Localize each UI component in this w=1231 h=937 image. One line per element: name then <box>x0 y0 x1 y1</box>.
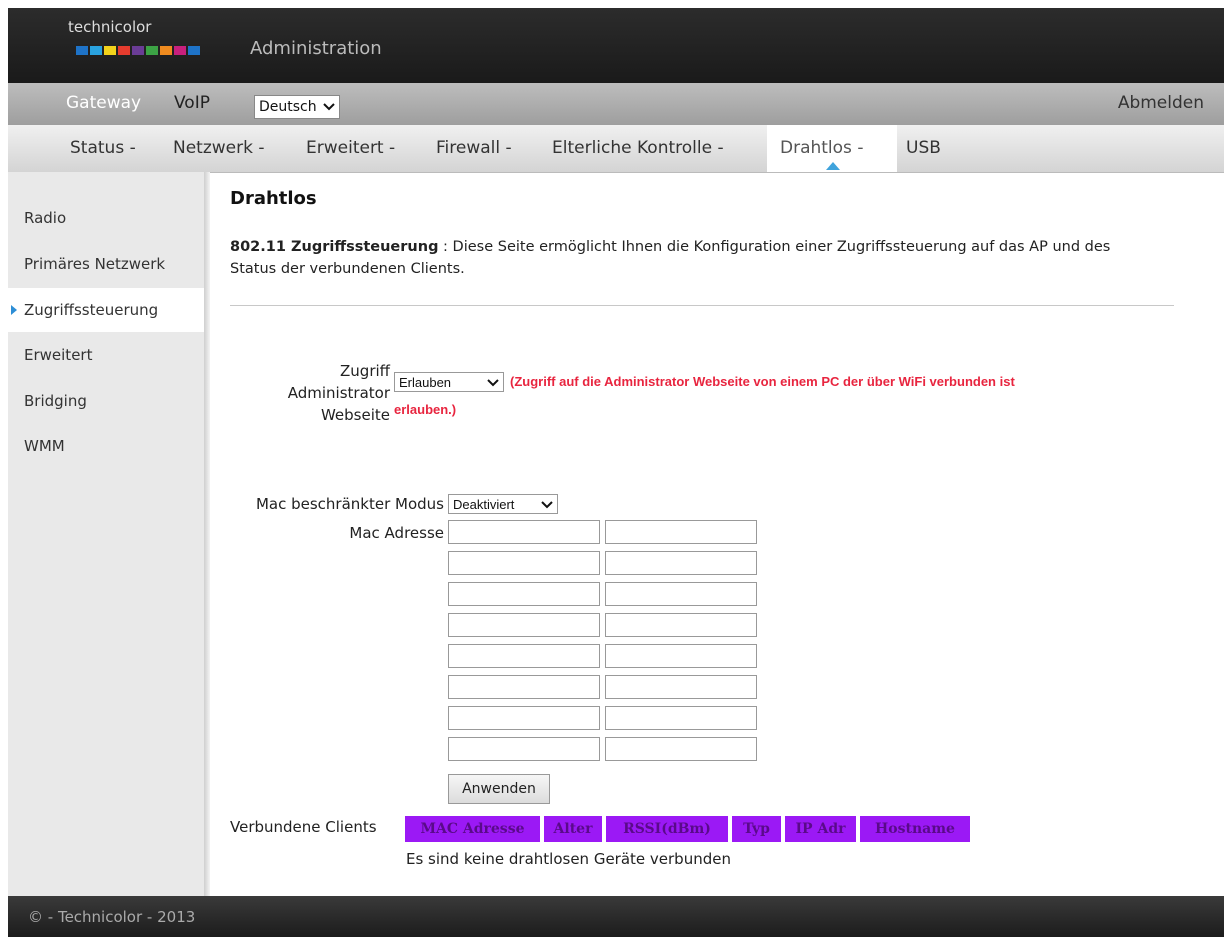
chevron-down-icon <box>487 375 499 390</box>
menu-gateway[interactable]: Gateway <box>66 93 141 113</box>
admin-access-label: Zugriff Administrator Webseite <box>266 360 390 426</box>
logo-color-bar <box>188 46 200 55</box>
mac-address-input[interactable] <box>605 613 757 637</box>
tab-firewall[interactable]: Firewall - <box>436 138 512 158</box>
tab-status[interactable]: Status - <box>70 138 136 158</box>
mac-mode-select[interactable]: Deaktiviert <box>448 494 558 514</box>
mac-mode-label: Mac beschränkter Modus <box>255 495 444 513</box>
col-mac-adresse: MAC Adresse <box>405 816 540 842</box>
mac-address-input[interactable] <box>605 520 757 544</box>
logo-color-bar <box>118 46 130 55</box>
sidebar-item-label: Erweitert <box>24 346 93 364</box>
logo-color-bar <box>160 46 172 55</box>
apply-button[interactable]: Anwenden <box>448 774 550 804</box>
top-menu-bar: Gateway VoIP Deutsch Abmelden <box>8 83 1224 125</box>
mac-address-input[interactable] <box>605 675 757 699</box>
sidebar-item-primaeres-netzwerk[interactable]: Primäres Netzwerk <box>8 242 204 286</box>
sidebar-item-erweitert[interactable]: Erweitert <box>8 333 204 377</box>
mac-address-input[interactable] <box>605 644 757 668</box>
sidebar: Radio Primäres Netzwerk Zugriffssteuerun… <box>8 172 210 896</box>
admin-access-note-line2: erlauben.) <box>394 402 457 417</box>
active-tab-indicator-icon <box>826 162 840 170</box>
logout-link[interactable]: Abmelden <box>1118 93 1204 113</box>
logo-color-bars <box>76 46 200 55</box>
sidebar-item-wmm[interactable]: WMM <box>8 424 204 468</box>
admin-access-label-line2: Administrator <box>287 384 390 402</box>
description-heading: 802.11 Zugriffssteuerung <box>230 239 439 255</box>
sidebar-item-label: WMM <box>24 437 65 455</box>
copyright-text: © - Technicolor - 2013 <box>28 908 196 926</box>
brand-name: technicolor <box>68 18 152 36</box>
technicolor-logo: technicolor <box>68 18 200 68</box>
connected-clients-label: Verbundene Clients <box>230 818 377 836</box>
admin-access-value: Erlauben <box>399 374 452 390</box>
sidebar-item-label: Zugriffssteuerung <box>24 301 159 319</box>
page-description: 802.11 Zugriffssteuerung : Diese Seite e… <box>230 236 1160 280</box>
mac-address-input[interactable] <box>605 582 757 606</box>
main-content: Drahtlos 802.11 Zugriffssteuerung : Dies… <box>230 188 1190 868</box>
admin-access-label-line1: Zugriff <box>340 362 390 380</box>
app-title: Administration <box>250 38 382 59</box>
chevron-down-icon <box>541 497 553 512</box>
col-rssi: RSSI(dBm) <box>606 816 728 842</box>
menu-voip[interactable]: VoIP <box>174 93 210 113</box>
col-hostname: Hostname <box>860 816 970 842</box>
mac-address-input[interactable] <box>448 675 600 699</box>
logo-color-bar <box>104 46 116 55</box>
page-title: Drahtlos <box>230 188 317 209</box>
tab-netzwerk[interactable]: Netzwerk - <box>173 138 265 158</box>
logo-color-bar <box>76 46 88 55</box>
mac-address-input[interactable] <box>448 644 600 668</box>
caret-right-icon <box>11 305 17 315</box>
sidebar-item-label: Primäres Netzwerk <box>24 255 166 273</box>
mac-address-input[interactable] <box>605 737 757 761</box>
header-bar: technicolor Administration <box>8 8 1224 83</box>
sidebar-item-radio[interactable]: Radio <box>8 196 204 240</box>
admin-access-note-line1: (Zugriff auf die Administrator Webseite … <box>510 374 1015 389</box>
mac-address-input[interactable] <box>448 737 600 761</box>
mac-address-input[interactable] <box>448 582 600 606</box>
mac-address-label: Mac Adresse <box>349 524 444 542</box>
logo-color-bar <box>146 46 158 55</box>
language-select[interactable]: Deutsch <box>254 95 340 119</box>
sidebar-item-label: Radio <box>24 209 67 227</box>
mac-address-input[interactable] <box>605 551 757 575</box>
mac-address-input[interactable] <box>448 520 600 544</box>
logo-color-bar <box>132 46 144 55</box>
mac-address-input[interactable] <box>448 706 600 730</box>
tab-erweitert[interactable]: Erweitert - <box>306 138 395 158</box>
chevron-down-icon <box>322 99 335 115</box>
col-alter: Alter <box>544 816 602 842</box>
no-clients-message: Es sind keine drahtlosen Geräte verbunde… <box>406 850 731 868</box>
tab-elterliche-kontrolle[interactable]: Elterliche Kontrolle - <box>552 138 724 158</box>
tab-drahtlos[interactable]: Drahtlos - <box>780 138 863 158</box>
col-ip-adr: IP Adr <box>785 816 856 842</box>
divider <box>230 305 1174 306</box>
mac-address-input[interactable] <box>448 551 600 575</box>
admin-access-select[interactable]: Erlauben <box>394 372 504 392</box>
mac-address-input[interactable] <box>448 613 600 637</box>
tab-usb[interactable]: USB <box>906 138 941 158</box>
footer: © - Technicolor - 2013 <box>8 896 1224 937</box>
sidebar-item-zugriffssteuerung[interactable]: Zugriffssteuerung <box>8 288 204 332</box>
sidebar-item-label: Bridging <box>24 392 87 410</box>
sidebar-item-bridging[interactable]: Bridging <box>8 379 204 423</box>
main-nav: Status - Netzwerk - Erweitert - Firewall… <box>8 125 1224 173</box>
col-typ: Typ <box>732 816 781 842</box>
mac-address-input[interactable] <box>605 706 757 730</box>
admin-access-label-line3: Webseite <box>320 406 390 424</box>
language-value: Deutsch <box>259 99 317 115</box>
logo-color-bar <box>90 46 102 55</box>
mac-mode-value: Deaktiviert <box>453 496 515 512</box>
logo-color-bar <box>174 46 186 55</box>
